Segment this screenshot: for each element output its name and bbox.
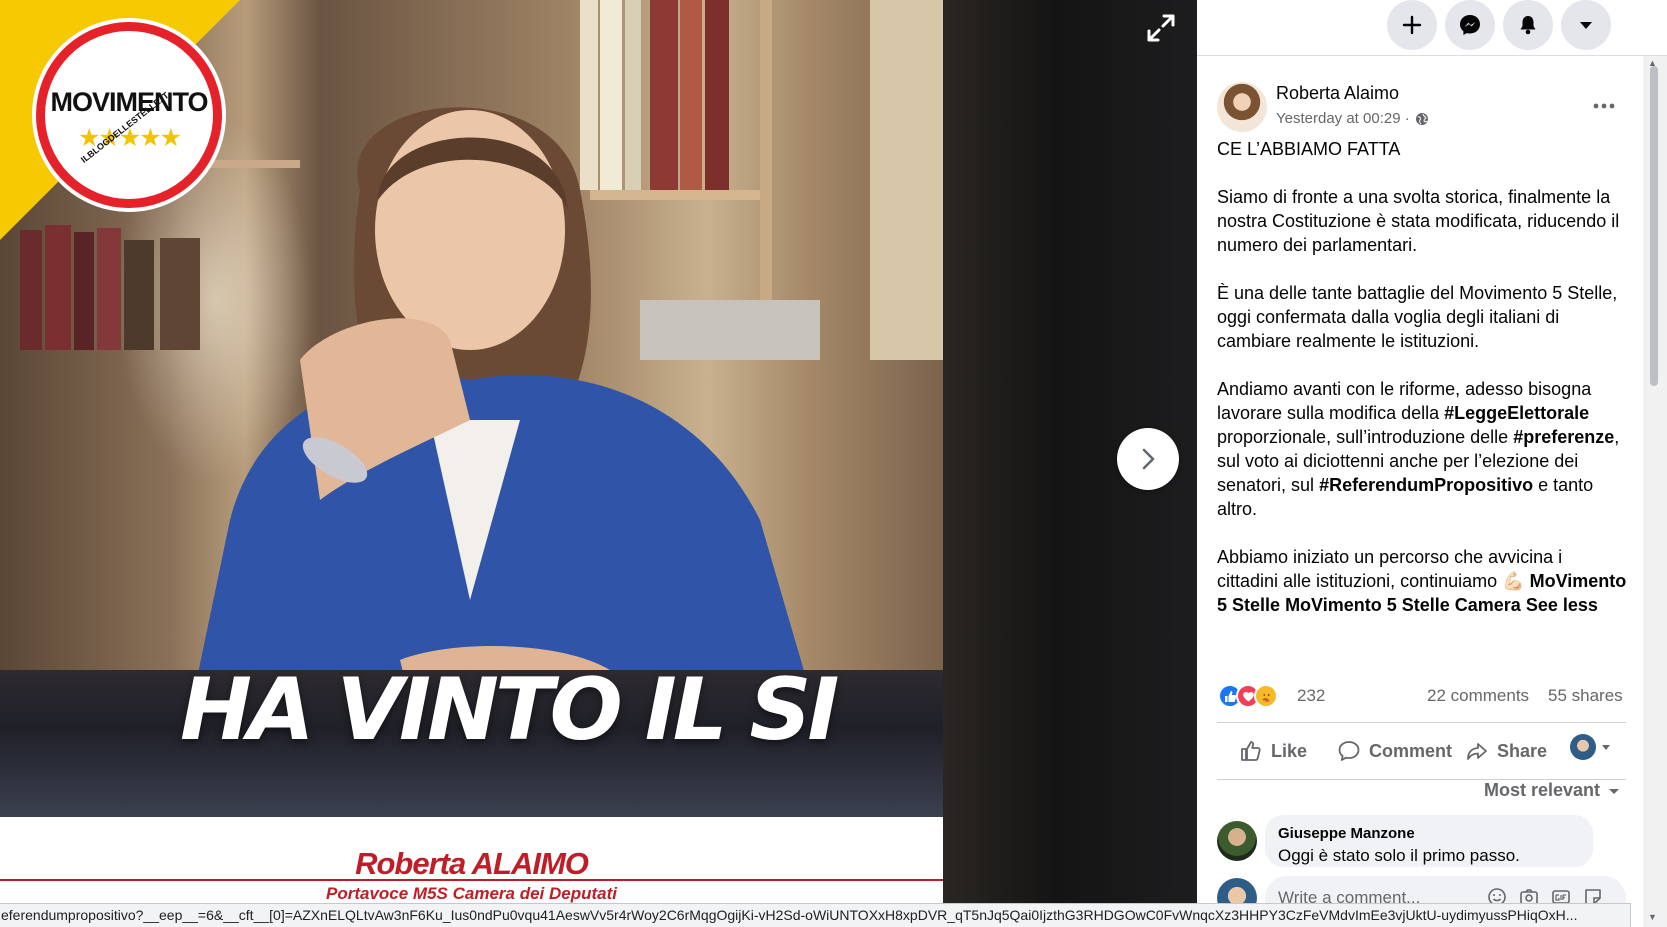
caption-divider <box>0 879 943 881</box>
logo-wordmark: MOVIMENTO <box>50 87 208 117</box>
like-label: Like <box>1271 740 1308 761</box>
post-paragraph: Siamo di fronte a una svolta storica, fi… <box>1217 187 1620 255</box>
current-user-avatar <box>1570 734 1596 760</box>
page-link-m5s-camera[interactable]: MoVimento 5 Stelle Camera <box>1285 595 1521 615</box>
caret-down-icon <box>1580 22 1592 29</box>
plus-icon <box>1402 15 1422 35</box>
care-icon <box>1254 684 1278 708</box>
comment-icon <box>1338 741 1360 761</box>
post-options-button[interactable] <box>1586 88 1622 124</box>
post-paragraph: È una delle tante battaglie del Moviment… <box>1217 283 1618 351</box>
thumbs-up-icon <box>1241 741 1261 761</box>
photo-viewer: MOVIMENTO ★★★★★ ILBLOGDELLESTELLE.IT HA … <box>0 0 1197 927</box>
post-actions-bar: Like Comment Share <box>1217 722 1626 780</box>
text-span: proporzionale, sull’introduzione delle <box>1217 427 1514 447</box>
messenger-button[interactable] <box>1445 0 1495 50</box>
comment-text: Oggi è stato solo il primo passo. <box>1278 846 1520 865</box>
comment-as-selector[interactable] <box>1570 734 1612 760</box>
hashtag-preferenze[interactable]: #preferenze <box>1513 427 1614 447</box>
comment-label: Comment <box>1369 740 1453 761</box>
share-label: Share <box>1497 740 1548 761</box>
post-paragraph: Andiamo avanti con le riforme, adesso bi… <box>1217 377 1627 521</box>
see-less-link[interactable]: See less <box>1526 595 1598 615</box>
post-text: CE L’ABBIAMO FATTA Siamo di fronte a una… <box>1217 137 1627 641</box>
flexed-biceps-emoji: 💪🏻 <box>1502 571 1525 591</box>
share-button[interactable]: Share <box>1465 733 1547 769</box>
caret-down-icon <box>1602 745 1610 750</box>
globe-icon <box>1415 112 1428 125</box>
post-photo[interactable]: MOVIMENTO ★★★★★ ILBLOGDELLESTELLE.IT HA … <box>0 0 943 927</box>
hashtag-leggeelettorale[interactable]: #LeggeElettorale <box>1444 403 1589 423</box>
comment-sort-dropdown[interactable]: Most relevant <box>1484 780 1620 801</box>
expand-icon <box>1147 14 1175 42</box>
post-author[interactable]: Roberta Alaimo <box>1276 83 1399 104</box>
facebook-photo-theater: MOVIMENTO ★★★★★ ILBLOGDELLESTELLE.IT HA … <box>0 0 1667 927</box>
scrollbar-thumb[interactable] <box>1650 66 1658 386</box>
scroll-up-icon[interactable]: ▲ <box>1648 58 1657 68</box>
top-action-bar <box>1197 0 1667 56</box>
more-horizontal-icon <box>1593 103 1615 109</box>
sort-label: Most relevant <box>1484 780 1601 800</box>
comment-button[interactable]: Comment <box>1337 733 1452 769</box>
chevron-right-icon <box>1142 448 1155 470</box>
m5s-logo: MOVIMENTO ★★★★★ ILBLOGDELLESTELLE.IT <box>36 22 222 208</box>
reaction-count[interactable]: 232 <box>1297 686 1325 706</box>
expand-button[interactable] <box>1141 8 1181 48</box>
like-button[interactable]: Like <box>1239 733 1307 769</box>
comments-count[interactable]: 22 comments <box>1427 686 1529 706</box>
post-paragraph: CE L’ABBIAMO FATTA <box>1217 139 1401 159</box>
browser-status-url: eferendumpropositivo?__eep__=6&__cft__[0… <box>0 903 1631 927</box>
post-paragraph: Abbiamo iniziato un percorso che avvicin… <box>1217 545 1627 617</box>
scroll-down-icon[interactable]: ▼ <box>1648 912 1657 922</box>
notifications-button[interactable] <box>1503 0 1553 50</box>
account-menu-button[interactable] <box>1561 0 1611 50</box>
next-photo-button[interactable] <box>1117 428 1179 490</box>
shares-count[interactable]: 55 shares <box>1548 686 1623 706</box>
reaction-icons[interactable] <box>1218 684 1278 708</box>
commenter-avatar[interactable] <box>1217 821 1257 861</box>
caption-role: Portavoce M5S Camera dei Deputati <box>326 884 617 903</box>
messenger-icon <box>1460 15 1480 35</box>
commenter-name[interactable]: Giuseppe Manzone <box>1278 825 1415 842</box>
caption-name: Roberta ALAIMO <box>355 846 589 881</box>
share-icon <box>1467 743 1487 760</box>
bell-icon <box>1520 16 1536 35</box>
author-avatar[interactable] <box>1217 82 1267 132</box>
timestamp-text: Yesterday at 00:29 · <box>1276 110 1410 127</box>
create-button[interactable] <box>1387 0 1437 50</box>
post-timestamp[interactable]: Yesterday at 00:29 · <box>1276 110 1429 127</box>
hashtag-referendumpropositivo[interactable]: #ReferendumPropositivo <box>1319 475 1533 495</box>
photo-headline: HA VINTO IL SI <box>180 660 839 760</box>
caret-down-icon <box>1609 788 1620 794</box>
